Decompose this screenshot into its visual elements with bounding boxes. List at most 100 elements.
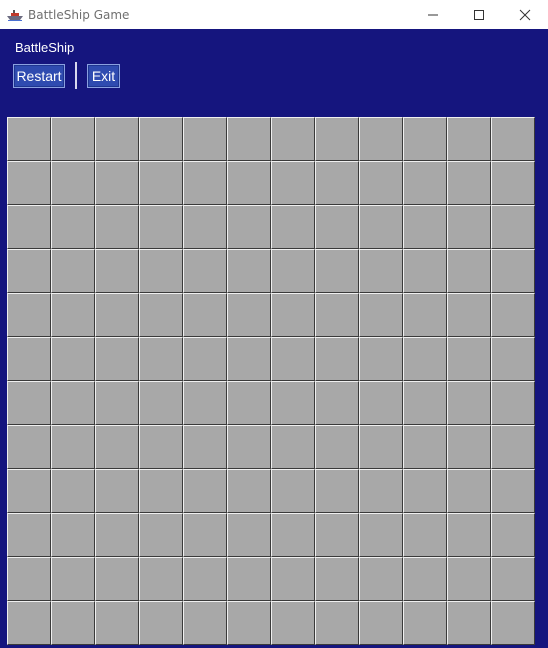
board-cell[interactable] [95, 425, 139, 469]
board-cell[interactable] [403, 337, 447, 381]
board-cell[interactable] [183, 293, 227, 337]
board-cell[interactable] [491, 249, 535, 293]
board-cell[interactable] [227, 557, 271, 601]
board-cell[interactable] [183, 161, 227, 205]
board-cell[interactable] [403, 381, 447, 425]
board-cell[interactable] [271, 513, 315, 557]
board-cell[interactable] [183, 117, 227, 161]
board-cell[interactable] [447, 601, 491, 645]
board-cell[interactable] [359, 469, 403, 513]
board-cell[interactable] [403, 117, 447, 161]
board-cell[interactable] [271, 557, 315, 601]
board-cell[interactable] [183, 249, 227, 293]
board-cell[interactable] [139, 425, 183, 469]
board-cell[interactable] [51, 249, 95, 293]
board-cell[interactable] [51, 117, 95, 161]
board-cell[interactable] [403, 293, 447, 337]
board-cell[interactable] [95, 601, 139, 645]
board-cell[interactable] [95, 293, 139, 337]
board-cell[interactable] [491, 513, 535, 557]
board-cell[interactable] [227, 205, 271, 249]
board-cell[interactable] [491, 293, 535, 337]
title-bar[interactable]: BattleShip Game [0, 0, 548, 29]
board-cell[interactable] [447, 425, 491, 469]
board-cell[interactable] [183, 513, 227, 557]
board-cell[interactable] [227, 161, 271, 205]
board-cell[interactable] [51, 337, 95, 381]
board-cell[interactable] [359, 425, 403, 469]
maximize-button[interactable] [456, 0, 502, 29]
board-cell[interactable] [183, 425, 227, 469]
board-cell[interactable] [139, 161, 183, 205]
board-cell[interactable] [227, 601, 271, 645]
board-cell[interactable] [7, 337, 51, 381]
board-cell[interactable] [7, 469, 51, 513]
board-cell[interactable] [271, 381, 315, 425]
board-cell[interactable] [447, 205, 491, 249]
board-cell[interactable] [491, 381, 535, 425]
board-cell[interactable] [491, 557, 535, 601]
board-cell[interactable] [403, 249, 447, 293]
board-cell[interactable] [315, 293, 359, 337]
board-cell[interactable] [7, 117, 51, 161]
board-cell[interactable] [315, 205, 359, 249]
board-cell[interactable] [95, 161, 139, 205]
board-cell[interactable] [183, 469, 227, 513]
board-cell[interactable] [359, 513, 403, 557]
board-cell[interactable] [403, 425, 447, 469]
board-cell[interactable] [315, 161, 359, 205]
board-cell[interactable] [95, 249, 139, 293]
board-cell[interactable] [359, 249, 403, 293]
board-cell[interactable] [491, 469, 535, 513]
board-cell[interactable] [447, 557, 491, 601]
board-cell[interactable] [183, 601, 227, 645]
board-cell[interactable] [271, 337, 315, 381]
board-cell[interactable] [359, 381, 403, 425]
board-cell[interactable] [139, 513, 183, 557]
board-cell[interactable] [51, 425, 95, 469]
board-cell[interactable] [227, 381, 271, 425]
board-cell[interactable] [95, 557, 139, 601]
board-cell[interactable] [271, 205, 315, 249]
board-cell[interactable] [7, 161, 51, 205]
board-cell[interactable] [315, 381, 359, 425]
board-cell[interactable] [447, 513, 491, 557]
board-cell[interactable] [403, 601, 447, 645]
board-cell[interactable] [7, 205, 51, 249]
board-cell[interactable] [447, 117, 491, 161]
board-cell[interactable] [315, 557, 359, 601]
board-cell[interactable] [7, 381, 51, 425]
board-cell[interactable] [359, 337, 403, 381]
board-cell[interactable] [359, 117, 403, 161]
board-cell[interactable] [447, 161, 491, 205]
exit-button[interactable]: Exit [87, 64, 120, 88]
board-cell[interactable] [403, 161, 447, 205]
board-cell[interactable] [183, 557, 227, 601]
board-cell[interactable] [7, 425, 51, 469]
board-cell[interactable] [7, 513, 51, 557]
board-cell[interactable] [359, 205, 403, 249]
board-cell[interactable] [51, 161, 95, 205]
board-cell[interactable] [95, 337, 139, 381]
board-cell[interactable] [447, 249, 491, 293]
board-cell[interactable] [315, 601, 359, 645]
board-cell[interactable] [139, 601, 183, 645]
board-cell[interactable] [227, 293, 271, 337]
board-cell[interactable] [315, 513, 359, 557]
board-cell[interactable] [95, 205, 139, 249]
board-cell[interactable] [271, 469, 315, 513]
board-cell[interactable] [139, 117, 183, 161]
board-cell[interactable] [183, 205, 227, 249]
minimize-button[interactable] [410, 0, 456, 29]
board-cell[interactable] [227, 425, 271, 469]
board-cell[interactable] [51, 381, 95, 425]
board-cell[interactable] [491, 337, 535, 381]
board-cell[interactable] [51, 469, 95, 513]
board-cell[interactable] [139, 557, 183, 601]
board-cell[interactable] [359, 557, 403, 601]
board-cell[interactable] [315, 425, 359, 469]
board-cell[interactable] [95, 513, 139, 557]
restart-button[interactable]: Restart [13, 64, 65, 88]
board-cell[interactable] [227, 513, 271, 557]
board-cell[interactable] [139, 293, 183, 337]
